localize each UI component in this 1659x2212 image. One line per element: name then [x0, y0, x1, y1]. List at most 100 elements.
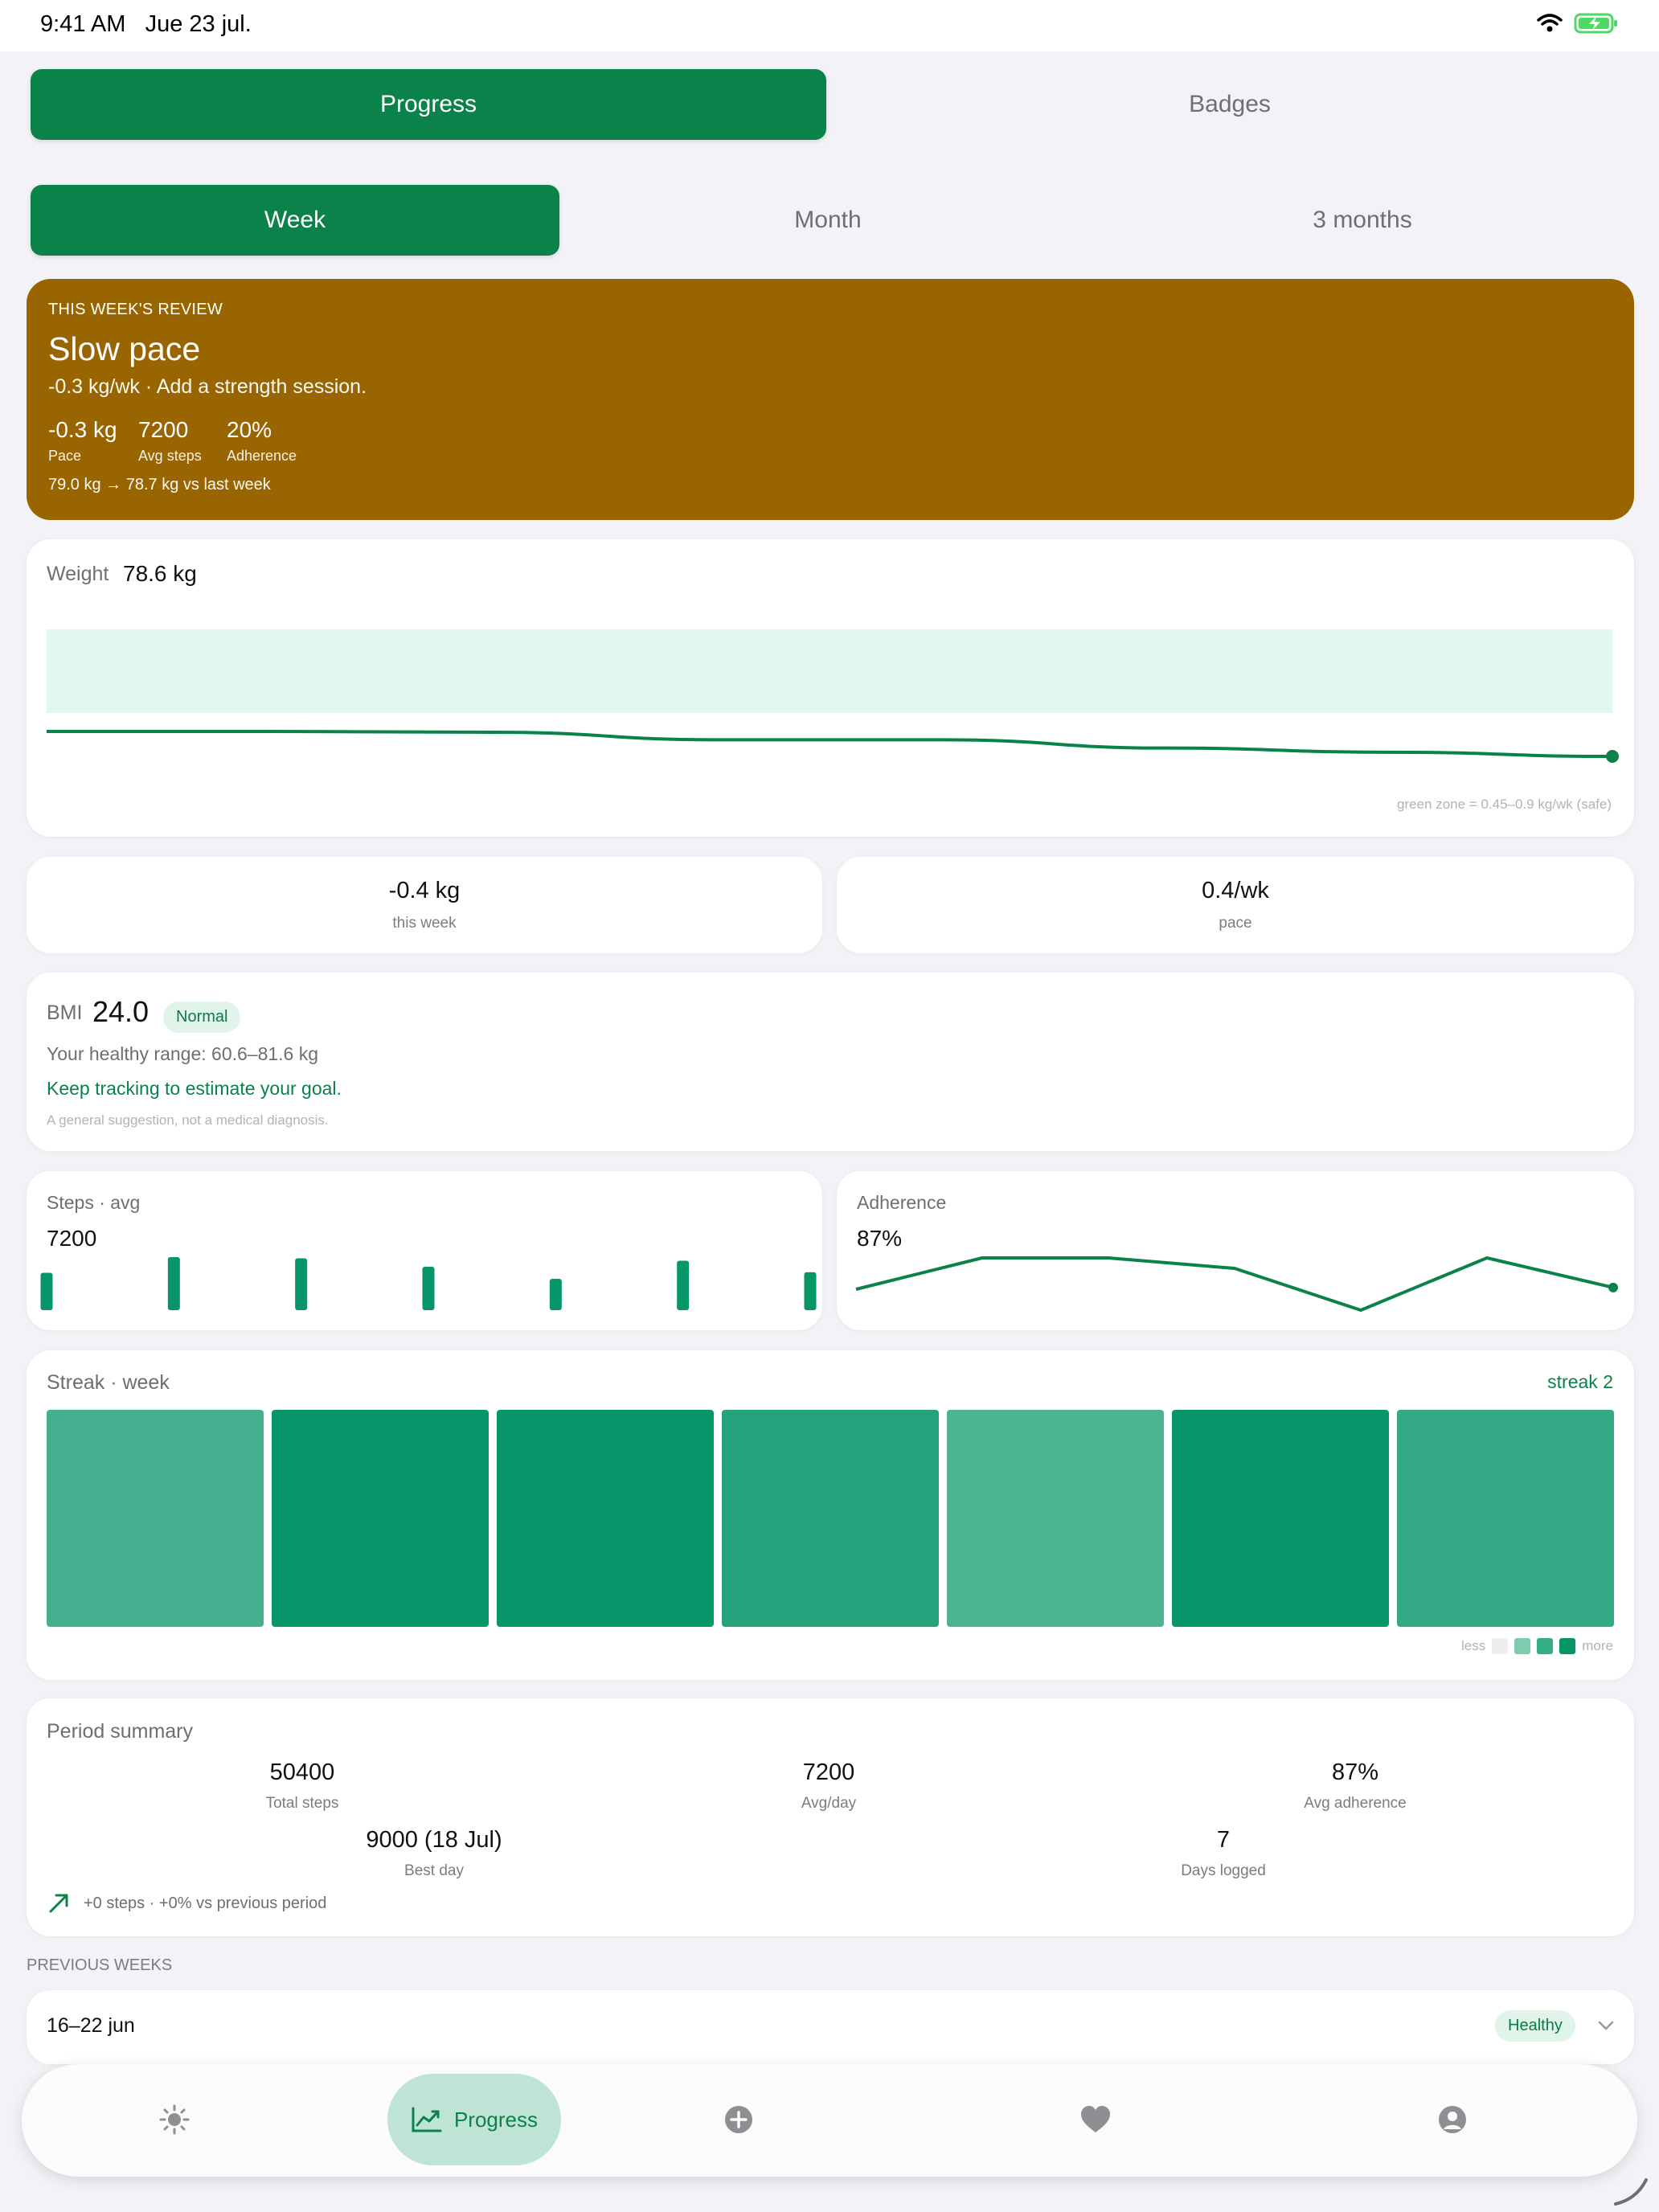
- tab-progress[interactable]: Progress: [31, 69, 826, 140]
- previous-week-row[interactable]: 16–22 jun Healthy: [27, 1990, 1634, 2064]
- tab-week[interactable]: Week: [31, 185, 559, 256]
- weight-change-value: -0.4 kg: [388, 878, 461, 903]
- summary-value: 87%: [1331, 1759, 1379, 1785]
- pace-value: 0.4/wk: [1202, 878, 1269, 903]
- review-footer: 79.0 kg → 78.7 kg vs last week: [48, 476, 271, 494]
- stat-value: -0.3 kg: [48, 417, 117, 442]
- review-eyebrow: THIS WEEK'S REVIEW: [48, 301, 223, 318]
- nav-add[interactable]: [707, 2074, 771, 2165]
- green-zone: [47, 629, 1612, 713]
- review-subtitle: -0.3 kg/wk · Add a strength session.: [48, 375, 367, 398]
- bmi-label: BMI: [47, 1002, 83, 1024]
- bmi-status-badge: Normal: [163, 1002, 241, 1033]
- streak-day-cell: [497, 1410, 714, 1627]
- streak-day-cell: [947, 1410, 1164, 1627]
- tab-3-months[interactable]: 3 months: [1101, 185, 1624, 256]
- battery-charging-icon: [1574, 13, 1617, 34]
- stat-label: Pace: [48, 448, 82, 464]
- nav-today[interactable]: [142, 2074, 207, 2165]
- adherence-card: Adherence 87%: [837, 1171, 1634, 1330]
- weight-last-point: [1606, 750, 1619, 763]
- bmi-tip: Keep tracking to estimate your goal.: [47, 1078, 342, 1099]
- bottom-nav: Progress: [22, 2064, 1637, 2177]
- trend-up-icon: [49, 1894, 68, 1913]
- legend-less: less: [1461, 1638, 1486, 1653]
- review-stat-steps: 7200 Avg steps: [138, 417, 202, 465]
- summary-value: 7: [1216, 1827, 1231, 1853]
- weight-line: [47, 730, 1613, 758]
- weight-change-card: -0.4 kg this week: [27, 857, 822, 953]
- nav-profile[interactable]: [1420, 2074, 1485, 2165]
- stat-label: Adherence: [227, 448, 297, 464]
- nav-progress[interactable]: Progress: [387, 2074, 561, 2165]
- trend-text: +0 steps · +0% vs previous period: [84, 1894, 327, 1912]
- previous-weeks-heading: PREVIOUS WEEKS: [27, 1956, 173, 1974]
- bmi-range: Your healthy range: 60.6–81.6 kg: [47, 1043, 319, 1064]
- streak-day-cell: [1397, 1410, 1614, 1627]
- streak-grid: [47, 1410, 1614, 1627]
- bmi-value: 24.0: [92, 995, 150, 1028]
- streak-label: Streak · week: [47, 1371, 170, 1394]
- steps-bar: [167, 1257, 180, 1310]
- legend-swatch-3: [1559, 1638, 1576, 1654]
- bmi-card: BMI 24.0 Normal Your healthy range: 60.6…: [27, 973, 1634, 1151]
- steps-bar: [804, 1272, 817, 1310]
- legend-swatch-0: [1492, 1638, 1509, 1654]
- summary-label: Best day: [404, 1862, 464, 1879]
- summary-label: Days logged: [1181, 1862, 1266, 1879]
- weekly-review-card: THIS WEEK'S REVIEW Slow pace -0.3 kg/wk …: [27, 279, 1634, 520]
- streak-card: Streak · week streak 2 less more: [27, 1350, 1634, 1680]
- streak-day-cell: [1172, 1410, 1389, 1627]
- pace-card: 0.4/wk pace: [837, 857, 1634, 953]
- sun-icon: [159, 2104, 190, 2135]
- bmi-disclaimer: A general suggestion, not a medical diag…: [47, 1112, 329, 1128]
- date-text: Jue 23 jul.: [145, 11, 252, 37]
- steps-bar: [422, 1267, 435, 1310]
- legend-swatch-2: [1537, 1638, 1554, 1654]
- summary-value: 9000 (18 Jul): [366, 1827, 502, 1853]
- profile-icon: [1439, 2106, 1466, 2133]
- review-title: Slow pace: [48, 330, 201, 367]
- status-bar: 9:41 AM Jue 23 jul.: [0, 0, 1659, 51]
- time-text: 9:41 AM: [40, 11, 126, 37]
- streak-legend: less more: [1461, 1638, 1613, 1654]
- nav-progress-label: Progress: [453, 2107, 539, 2132]
- steps-chart: [40, 1257, 817, 1310]
- adherence-last-point: [1608, 1282, 1618, 1292]
- streak-day-cell: [47, 1410, 264, 1627]
- plus-circle-icon: [725, 2106, 752, 2133]
- steps-card: Steps · avg 7200: [27, 1171, 822, 1330]
- stat-value: 20%: [227, 417, 272, 442]
- weight-chart: [47, 629, 1619, 763]
- period-summary-card: Period summary 50400 Total steps 7200 Av…: [27, 1698, 1634, 1936]
- week-range: 16–22 jun: [47, 2014, 135, 2037]
- summary-title: Period summary: [47, 1720, 193, 1743]
- week-status-badge: Healthy: [1495, 2010, 1575, 2042]
- steps-bar: [295, 1258, 308, 1310]
- home-indicator-icon: [1614, 2178, 1648, 2206]
- summary-trend: +0 steps · +0% vs previous period: [47, 1891, 326, 1915]
- wifi-icon: [1537, 14, 1563, 32]
- tab-month[interactable]: Month: [563, 185, 1093, 256]
- streak-day-cell: [722, 1410, 939, 1627]
- adherence-chart: [855, 1256, 1618, 1312]
- stat-value: 7200: [138, 417, 189, 442]
- streak-day-cell: [272, 1410, 489, 1627]
- streak-count: streak 2: [1547, 1371, 1613, 1392]
- tab-badges[interactable]: Badges: [836, 69, 1624, 140]
- nav-health[interactable]: [1063, 2074, 1128, 2165]
- legend-swatch-1: [1514, 1638, 1531, 1654]
- weight-chart-note: green zone = 0.45–0.9 kg/wk (safe): [1397, 797, 1612, 812]
- steps-bar: [40, 1272, 53, 1310]
- summary-value: 7200: [802, 1759, 855, 1785]
- review-stat-pace: -0.3 kg Pace: [48, 417, 117, 465]
- summary-label: Avg adherence: [1304, 1795, 1407, 1812]
- legend-more: more: [1582, 1638, 1613, 1653]
- summary-label: Avg/day: [801, 1795, 857, 1812]
- status-time: 9:41 AM Jue 23 jul.: [40, 11, 252, 38]
- chevron-down-icon[interactable]: [1597, 2019, 1615, 2032]
- review-stat-adherence: 20% Adherence: [227, 417, 297, 465]
- stat-label: Avg steps: [138, 448, 202, 464]
- steps-bar: [549, 1279, 562, 1310]
- pace-label: pace: [1219, 915, 1252, 932]
